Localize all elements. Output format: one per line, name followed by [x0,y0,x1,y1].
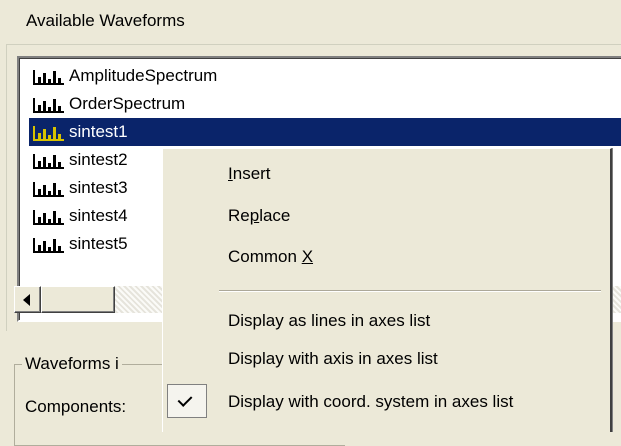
components-label: Components: [25,397,127,416]
waveform-icon [33,126,64,141]
scrollbar-thumb[interactable] [41,286,115,313]
menu-item-display-axis[interactable]: Display with axis in axes list [228,349,438,369]
checkmark-frame [167,384,207,418]
scroll-left-button[interactable] [14,286,41,313]
waveform-icon [33,182,64,197]
waveform-icon [33,210,64,225]
panel-title: Available Waveforms [26,11,185,30]
list-item-selected[interactable]: sintest1 [29,118,621,146]
list-item-label: OrderSpectrum [69,94,186,113]
menu-item-common-x[interactable]: Common X [228,247,313,267]
checkmark-icon [177,392,193,407]
chevron-left-icon [23,294,30,306]
waveform-icon [33,70,64,85]
list-item-label: sintest2 [69,150,128,169]
menu-item-display-coord[interactable]: Display with coord. system in axes list [228,392,513,412]
menu-item-replace[interactable]: Replace [228,206,290,226]
menu-item-display-lines[interactable]: Display as lines in axes list [228,311,430,331]
menu-separator [219,290,601,292]
accelerator-key: X [301,247,314,266]
list-item[interactable]: OrderSpectrum [29,90,621,118]
list-item-label: AmplitudeSpectrum [69,66,218,85]
list-item-label: sintest4 [69,206,128,225]
waveform-icon [33,98,64,113]
list-item-label: sintest5 [69,234,128,253]
waveform-icon [33,238,64,253]
waveform-icon [33,154,64,169]
menu-item-insert[interactable]: Insert [228,164,271,184]
list-item-label: sintest3 [69,178,128,197]
group-legend: Waveforms i [22,354,122,374]
context-menu: Insert Replace Common X Display as lines… [162,148,612,432]
list-item-label: sintest1 [69,122,128,141]
accelerator-key: p [249,206,260,225]
list-item[interactable]: AmplitudeSpectrum [29,62,621,90]
